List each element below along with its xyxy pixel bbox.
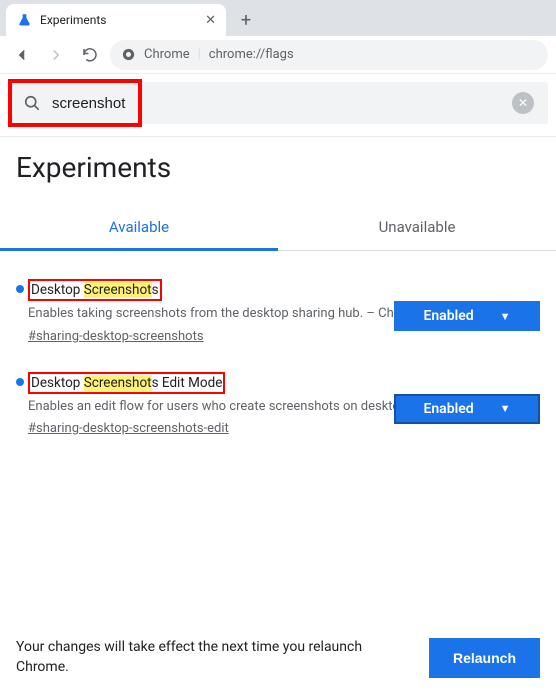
flag-item: Desktop Screenshots Edit Mode Enables an… — [16, 372, 540, 437]
flag-state-select[interactable]: Enabled ▼ — [394, 394, 540, 424]
page-title: Experiments — [0, 137, 556, 190]
flag-state-select[interactable]: Enabled ▼ — [394, 301, 540, 331]
browser-toolbar: Chrome | chrome://flags — [0, 36, 556, 74]
chrome-icon — [120, 47, 136, 63]
search-highlight: Screenshot — [84, 282, 152, 298]
select-value: Enabled — [423, 401, 473, 417]
tab-title: Experiments — [40, 13, 197, 27]
select-value: Enabled — [423, 308, 473, 324]
flag-title-text: s — [152, 282, 159, 298]
omnibox-separator: | — [198, 47, 201, 62]
flag-title-text: Desktop — [31, 282, 84, 298]
page-body: ✕ Experiments Available Unavailable Desk… — [0, 74, 556, 696]
flag-description: Enables an edit flow for users who creat… — [28, 398, 398, 416]
tabs-row: Available Unavailable — [0, 208, 556, 251]
flags-list: Desktop Screenshots Enables taking scree… — [0, 251, 556, 436]
clear-search-button[interactable]: ✕ — [512, 92, 534, 114]
relaunch-button[interactable]: Relaunch — [429, 638, 540, 678]
modified-dot-icon — [16, 285, 24, 293]
flask-icon — [16, 12, 32, 28]
new-tab-button[interactable]: + — [232, 6, 260, 34]
flag-item: Desktop Screenshots Enables taking scree… — [16, 279, 540, 344]
search-highlight: Screenshot — [84, 375, 152, 391]
chevron-down-icon: ▼ — [500, 310, 511, 323]
browser-tabstrip: Experiments ✕ + — [0, 0, 556, 36]
flag-description: Enables taking screenshots from the desk… — [28, 305, 398, 323]
annotation-box: Desktop Screenshots Edit Mode — [28, 372, 225, 394]
restart-footer: Your changes will take effect the next t… — [0, 622, 556, 696]
omnibox-url: chrome://flags — [209, 47, 294, 62]
search-input[interactable] — [52, 95, 502, 112]
search-icon — [22, 93, 42, 113]
tab-available[interactable]: Available — [0, 208, 278, 251]
flag-title: Desktop Screenshots — [28, 279, 540, 301]
browser-tab[interactable]: Experiments ✕ — [6, 4, 226, 36]
tab-unavailable[interactable]: Unavailable — [278, 208, 556, 251]
chevron-down-icon: ▼ — [500, 402, 511, 415]
modified-dot-icon — [16, 378, 24, 386]
flag-title: Desktop Screenshots Edit Mode — [28, 372, 540, 394]
flag-title-text: s Edit Mode — [152, 375, 223, 391]
flag-hash-link[interactable]: #sharing-desktop-screenshots-edit — [28, 421, 229, 436]
omnibox-label: Chrome — [144, 47, 190, 62]
restart-message: Your changes will take effect the next t… — [16, 638, 413, 677]
annotation-box: Desktop Screenshots — [28, 279, 162, 301]
flag-title-text: Desktop — [31, 375, 84, 391]
flags-search-bar: ✕ — [8, 82, 548, 124]
address-bar[interactable]: Chrome | chrome://flags — [110, 40, 548, 70]
back-button[interactable] — [8, 41, 36, 69]
forward-button[interactable] — [42, 41, 70, 69]
reload-button[interactable] — [76, 41, 104, 69]
close-icon[interactable]: ✕ — [205, 13, 216, 28]
flag-hash-link[interactable]: #sharing-desktop-screenshots — [28, 329, 204, 344]
